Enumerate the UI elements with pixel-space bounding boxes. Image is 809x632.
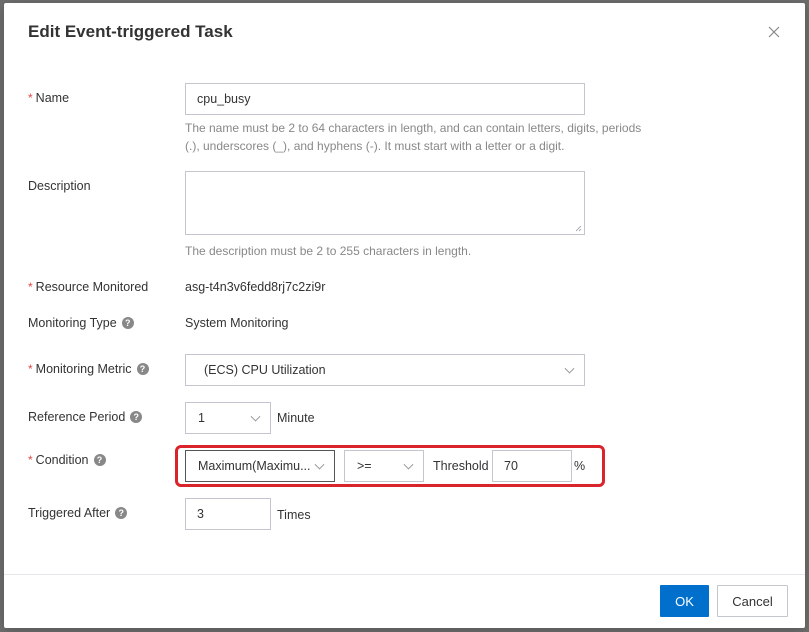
resource-value: asg-t4n3v6fedd8rj7c2zi9r: [185, 280, 326, 294]
triggered-after-label: Triggered After ?: [28, 506, 128, 520]
metric-label: * Monitoring Metric ?: [28, 362, 149, 376]
resource-label-text: Resource Monitored: [35, 280, 149, 294]
description-label-text: Description: [28, 179, 91, 193]
condition-highlight-box: [175, 445, 605, 487]
reference-period-label-text: Reference Period: [28, 410, 126, 424]
required-mark: *: [28, 362, 33, 376]
condition-label: * Condition ?: [28, 453, 106, 467]
monitoring-type-label-text: Monitoring Type: [28, 316, 117, 330]
monitoring-type-value: System Monitoring: [185, 316, 289, 330]
metric-label-text: Monitoring Metric: [35, 362, 132, 376]
footer-divider: [4, 574, 805, 575]
triggered-after-unit: Times: [277, 508, 311, 522]
close-button[interactable]: [763, 21, 785, 43]
cancel-button[interactable]: Cancel: [717, 585, 788, 617]
name-input[interactable]: cpu_busy: [185, 83, 585, 115]
chevron-down-icon: [564, 363, 575, 374]
resource-label: * Resource Monitored: [28, 280, 148, 294]
help-icon[interactable]: ?: [121, 317, 134, 329]
name-label: * Name: [28, 91, 69, 105]
name-hint: The name must be 2 to 64 characters in l…: [185, 119, 641, 155]
description-textarea[interactable]: [185, 171, 585, 235]
name-label-text: Name: [35, 91, 70, 105]
condition-label-text: Condition: [35, 453, 89, 467]
reference-period-label: Reference Period ?: [28, 410, 143, 424]
help-icon[interactable]: ?: [130, 411, 143, 423]
required-mark: *: [28, 453, 33, 467]
dialog-title: Edit Event-triggered Task: [28, 22, 233, 41]
description-hint: The description must be 2 to 255 charact…: [185, 244, 472, 258]
required-mark: *: [28, 280, 33, 294]
description-label: Description: [28, 179, 91, 193]
metric-select-value: (ECS) CPU Utilization: [204, 363, 326, 377]
help-icon[interactable]: ?: [93, 454, 106, 466]
triggered-after-input[interactable]: 3: [185, 498, 271, 530]
reference-period-value: 1: [198, 411, 205, 425]
chevron-down-icon: [250, 411, 261, 422]
reference-period-unit: Minute: [277, 411, 315, 425]
reference-period-select[interactable]: 1: [185, 402, 271, 434]
resize-handle-icon[interactable]: [575, 225, 582, 232]
required-mark: *: [28, 91, 33, 105]
triggered-after-label-text: Triggered After: [28, 506, 111, 520]
edit-task-dialog: Edit Event-triggered Task * Name cpu_bus…: [4, 3, 805, 628]
name-hint-line2: (.), underscores (_), and hyphens (-). I…: [185, 139, 565, 153]
monitoring-type-label: Monitoring Type ?: [28, 316, 134, 330]
name-hint-line1: The name must be 2 to 64 characters in l…: [185, 121, 642, 135]
ok-button[interactable]: OK: [660, 585, 709, 617]
metric-select[interactable]: (ECS) CPU Utilization: [185, 354, 585, 386]
close-icon: [768, 26, 780, 38]
help-icon[interactable]: ?: [136, 363, 149, 375]
help-icon[interactable]: ?: [115, 507, 128, 519]
